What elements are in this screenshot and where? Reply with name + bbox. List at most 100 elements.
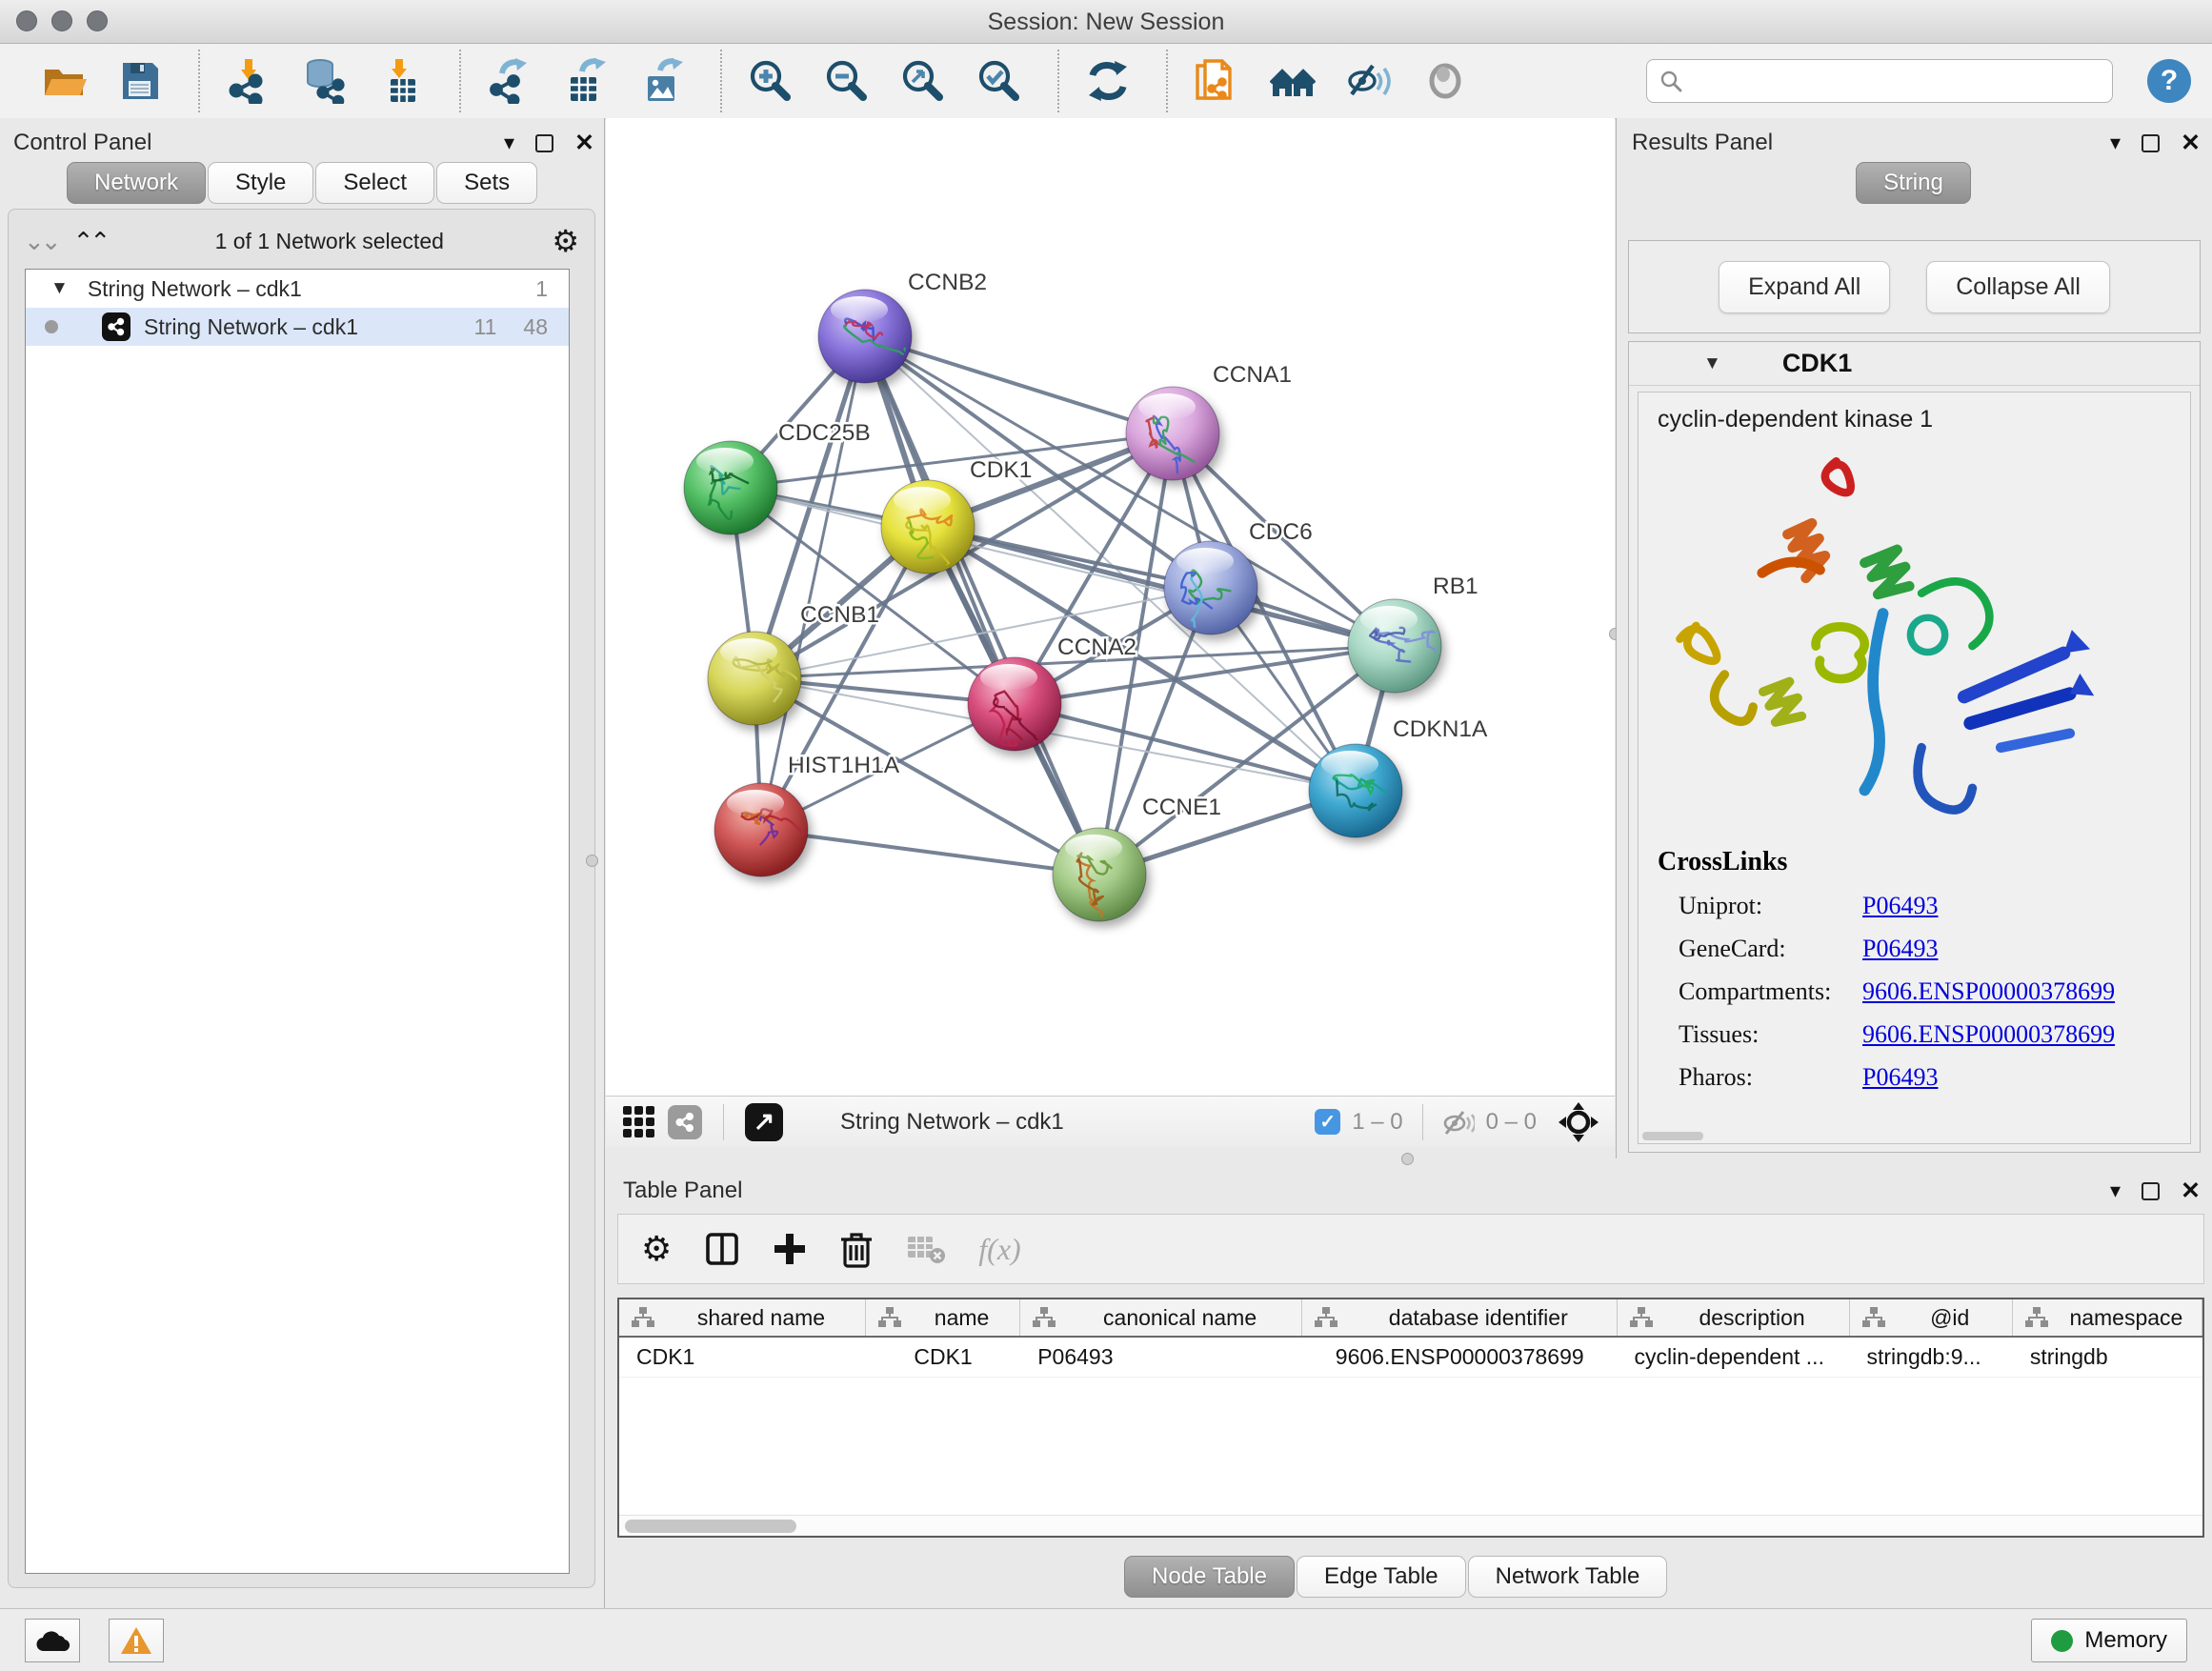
expand-all-icon[interactable]: ⌃⌃ (73, 227, 108, 256)
horizontal-scrollbar-thumb[interactable] (1642, 1132, 1703, 1140)
column-header-namespace[interactable]: namespace (2013, 1299, 2202, 1336)
cloud-status-button[interactable] (25, 1619, 80, 1662)
export-table-icon[interactable] (562, 57, 610, 105)
column-header-shared-name[interactable]: shared name (619, 1299, 866, 1336)
close-panel-icon[interactable]: ✕ (2181, 1177, 2201, 1205)
tab-network[interactable]: Network (67, 162, 206, 204)
tab-sets[interactable]: Sets (436, 162, 537, 204)
tree-expander-icon[interactable]: ▼ (50, 278, 69, 299)
panel-menu-icon[interactable]: ▾ (504, 131, 514, 155)
crosslink-link[interactable]: 9606.ENSP00000378699 (1862, 977, 2115, 1006)
expand-all-button[interactable]: Expand All (1719, 261, 1890, 313)
network-node-RB1[interactable] (1348, 599, 1445, 693)
network-node-CDKN1A[interactable] (1309, 744, 1402, 837)
network-node-CDC25B[interactable] (684, 441, 777, 534)
close-panel-icon[interactable]: ✕ (2181, 129, 2201, 157)
column-header--id[interactable]: @id (1850, 1299, 2013, 1336)
tab-edge-table[interactable]: Edge Table (1297, 1556, 1466, 1598)
memory-button[interactable]: Memory (2031, 1619, 2187, 1662)
crosslink-link[interactable]: 9606.ENSP00000378699 (1862, 1020, 2115, 1049)
table-cell[interactable]: 9606.ENSP00000378699 (1302, 1338, 1618, 1377)
column-header-name[interactable]: name (866, 1299, 1020, 1336)
network-node-CCNE1[interactable] (1053, 828, 1146, 925)
zoom-out-icon[interactable] (823, 57, 871, 105)
birds-eye-view-icon[interactable]: ↗ (745, 1103, 783, 1141)
network-node-HIST1H1A[interactable] (714, 783, 808, 876)
float-panel-icon[interactable] (2142, 134, 2160, 152)
table-cell[interactable]: stringdb (2013, 1338, 2202, 1377)
search-field[interactable] (1646, 59, 2113, 103)
export-image-icon[interactable] (638, 57, 686, 105)
import-table-file-icon[interactable] (377, 57, 425, 105)
network-options-gear-icon[interactable]: ⚙ (552, 223, 579, 259)
network-row[interactable]: String Network – cdk1 11 48 (26, 308, 569, 346)
network-view[interactable]: CCNB2CCNA1CDC25BCDK1CDC6RB1CCNB1CCNA2CDK… (606, 118, 1615, 1147)
save-session-icon[interactable] (116, 57, 164, 105)
warnings-button[interactable] (109, 1619, 164, 1662)
table-cell[interactable]: CDK1 (619, 1338, 866, 1377)
network-share-icon[interactable] (668, 1105, 702, 1139)
column-header-description[interactable]: description (1618, 1299, 1850, 1336)
column-header-canonical-name[interactable]: canonical name (1020, 1299, 1302, 1336)
network-edge[interactable] (761, 830, 1099, 875)
grid-view-icon[interactable] (623, 1106, 654, 1137)
network-node-CCNB2[interactable] (818, 290, 917, 383)
table-cell[interactable]: CDK1 (866, 1338, 1020, 1377)
network-node-CCNB1[interactable] (708, 632, 819, 725)
annotations-icon[interactable] (1193, 57, 1240, 105)
scrollbar-thumb[interactable] (625, 1520, 796, 1533)
import-network-file-icon[interactable] (225, 57, 272, 105)
tab-node-table[interactable]: Node Table (1124, 1556, 1295, 1598)
panel-menu-icon[interactable]: ▾ (2110, 1178, 2121, 1203)
fit-selected-icon[interactable] (1558, 1101, 1599, 1143)
crosslink-link[interactable]: P06493 (1862, 1063, 1938, 1092)
hide-selected-icon[interactable] (1345, 57, 1393, 105)
network-node-CDK1[interactable] (881, 480, 975, 574)
float-panel-icon[interactable] (535, 134, 553, 152)
help-button[interactable]: ? (2147, 59, 2191, 103)
table-cell[interactable]: cyclin-dependent ... (1618, 1338, 1850, 1377)
collapse-all-icon[interactable]: ⌄⌄ (24, 227, 58, 256)
network-graph[interactable]: CCNB2CCNA1CDC25BCDK1CDC6RB1CCNB1CCNA2CDK… (606, 118, 1615, 1100)
export-network-icon[interactable] (486, 57, 533, 105)
collapse-all-button[interactable]: Collapse All (1926, 261, 2110, 313)
show-all-icon[interactable] (1421, 57, 1469, 105)
zoom-selected-icon[interactable] (975, 57, 1023, 105)
bottom-splitter-handle[interactable] (1401, 1153, 1414, 1165)
section-expander-icon[interactable]: ▼ (1703, 353, 1721, 374)
panel-menu-icon[interactable]: ▾ (2110, 131, 2121, 155)
show-columns-icon[interactable] (704, 1231, 740, 1267)
table-cell[interactable]: P06493 (1020, 1338, 1302, 1377)
left-splitter-handle[interactable] (586, 855, 598, 867)
table-cell[interactable]: stringdb:9... (1850, 1338, 2013, 1377)
column-header-database-identifier[interactable]: database identifier (1302, 1299, 1618, 1336)
tab-select[interactable]: Select (315, 162, 434, 204)
float-panel-icon[interactable] (2142, 1182, 2160, 1200)
protein-section-header[interactable]: ▼ CDK1 (1629, 342, 2200, 386)
network-node-CCNA2[interactable] (968, 657, 1069, 756)
close-panel-icon[interactable]: ✕ (574, 129, 594, 157)
create-column-icon[interactable] (773, 1232, 807, 1266)
table-row[interactable]: CDK1CDK1P064939606.ENSP00000378699cyclin… (619, 1338, 2202, 1378)
tab-network-table[interactable]: Network Table (1468, 1556, 1668, 1598)
selected-checkbox-icon[interactable]: ✓ (1315, 1109, 1340, 1135)
crosslink-link[interactable]: P06493 (1862, 935, 1938, 963)
refresh-icon[interactable] (1084, 57, 1132, 105)
tab-string[interactable]: String (1856, 162, 1971, 204)
zoom-fit-icon[interactable] (899, 57, 947, 105)
open-session-icon[interactable] (40, 57, 88, 105)
network-edge[interactable] (865, 336, 1099, 875)
crosslink-link[interactable]: P06493 (1862, 892, 1938, 920)
first-neighbors-icon[interactable] (1269, 57, 1317, 105)
zoom-in-icon[interactable] (747, 57, 794, 105)
network-edge[interactable] (928, 527, 1395, 646)
import-network-database-icon[interactable] (301, 57, 349, 105)
tab-style[interactable]: Style (208, 162, 313, 204)
network-collection-row[interactable]: ▼ String Network – cdk1 1 (26, 270, 569, 308)
horizontal-scrollbar[interactable] (619, 1515, 2202, 1536)
network-node-CCNA1[interactable] (1126, 387, 1219, 480)
delete-column-icon[interactable] (839, 1230, 874, 1268)
search-input[interactable] (1683, 68, 2083, 94)
network-edge[interactable] (865, 336, 1173, 433)
table-options-gear-icon[interactable]: ⚙ (641, 1229, 672, 1269)
